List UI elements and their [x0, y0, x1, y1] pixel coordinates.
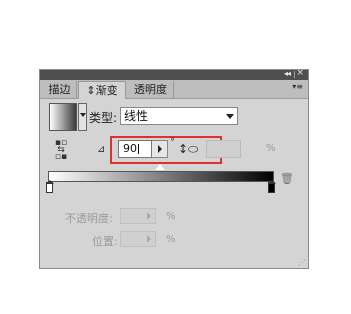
gradient-preset-dropdown[interactable] — [78, 103, 87, 131]
trash-icon[interactable]: 🗑 — [280, 172, 294, 185]
angle-unit: ° — [170, 137, 175, 148]
opacity-input — [120, 208, 156, 224]
chevron-down-icon — [226, 114, 234, 119]
gradient-panel: ◂◂ × 描边 ⇕渐变 透明度 ▾≡ 类型: 线性 ▪▫ ⇆ ▫▪ ⊿ 90 ° ↕… — [39, 68, 309, 269]
tab-transparency[interactable]: 透明度 — [128, 81, 174, 98]
panel-menu-icon[interactable]: ▾≡ — [292, 82, 303, 91]
titlebar-divider — [294, 71, 295, 78]
opacity-label: 不透明度: — [65, 212, 113, 225]
opacity-unit: % — [166, 211, 176, 222]
reverse-gradient-icon[interactable]: ▪▫ ⇆ ▫▪ — [54, 139, 68, 162]
gradient-midpoint-handle[interactable] — [154, 163, 166, 170]
close-icon[interactable]: × — [296, 68, 304, 78]
type-label: 类型: — [89, 111, 118, 125]
aspect-ratio-unit: % — [266, 143, 276, 154]
panel-titlebar[interactable]: ◂◂ × — [40, 68, 308, 80]
gradient-slider[interactable] — [48, 171, 274, 182]
position-label: 位置: — [92, 235, 118, 248]
tab-stroke[interactable]: 描边 — [43, 81, 77, 98]
color-stop-white[interactable] — [46, 180, 54, 193]
gradient-type-value: 线性 — [124, 109, 149, 123]
aspect-ratio-icon: ↕⬭ — [178, 142, 199, 156]
collapse-icon[interactable]: ◂◂ — [284, 69, 291, 78]
position-input — [120, 231, 156, 247]
position-unit: % — [166, 234, 176, 245]
color-stop-black[interactable] — [268, 180, 276, 193]
aspect-ratio-input — [206, 140, 241, 158]
resize-grip-icon[interactable]: ⋰ — [298, 258, 306, 267]
angle-input[interactable]: 90 — [118, 140, 152, 158]
angle-stepper[interactable] — [152, 140, 168, 158]
gradient-preview-swatch[interactable] — [49, 103, 77, 131]
angle-icon: ⊿ — [97, 144, 106, 155]
gradient-type-select[interactable]: 线性 — [120, 107, 238, 125]
tab-bar: 描边 ⇕渐变 透明度 ▾≡ — [40, 80, 308, 99]
tab-gradient[interactable]: ⇕渐变 — [78, 81, 126, 99]
